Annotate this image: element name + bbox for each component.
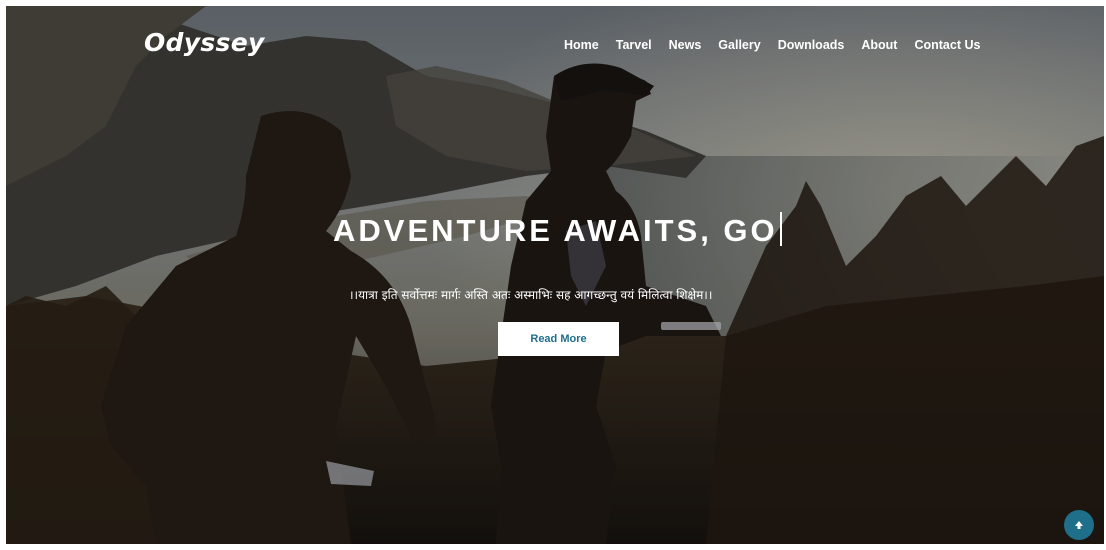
- nav-item-contact-us[interactable]: Contact Us: [914, 38, 980, 52]
- nav-item-home[interactable]: Home: [564, 38, 599, 52]
- hero-overlay: [6, 6, 1104, 544]
- arrow-up-icon: [1075, 521, 1083, 529]
- hero-headline: ADVENTURE AWAITS, GO: [333, 212, 782, 249]
- scroll-to-top-button[interactable]: [1064, 510, 1094, 540]
- nav-item-about[interactable]: About: [861, 38, 897, 52]
- main-navigation: Home Tarvel News Gallery Downloads About…: [564, 38, 997, 52]
- nav-item-gallery[interactable]: Gallery: [718, 38, 760, 52]
- typing-cursor: [779, 212, 782, 246]
- hero-tagline: ।।यात्रा इति सर्वोत्तमः मार्गः अस्ति अतः…: [349, 288, 713, 302]
- brand-logo[interactable]: Odyssey: [144, 28, 265, 57]
- read-more-button[interactable]: Read More: [498, 322, 619, 356]
- hero-headline-text: ADVENTURE AWAITS, GO: [333, 213, 778, 248]
- nav-item-tarvel[interactable]: Tarvel: [616, 38, 652, 52]
- nav-item-downloads[interactable]: Downloads: [778, 38, 845, 52]
- hero-section: Odyssey Home Tarvel News Gallery Downloa…: [6, 6, 1104, 544]
- nav-item-news[interactable]: News: [669, 38, 702, 52]
